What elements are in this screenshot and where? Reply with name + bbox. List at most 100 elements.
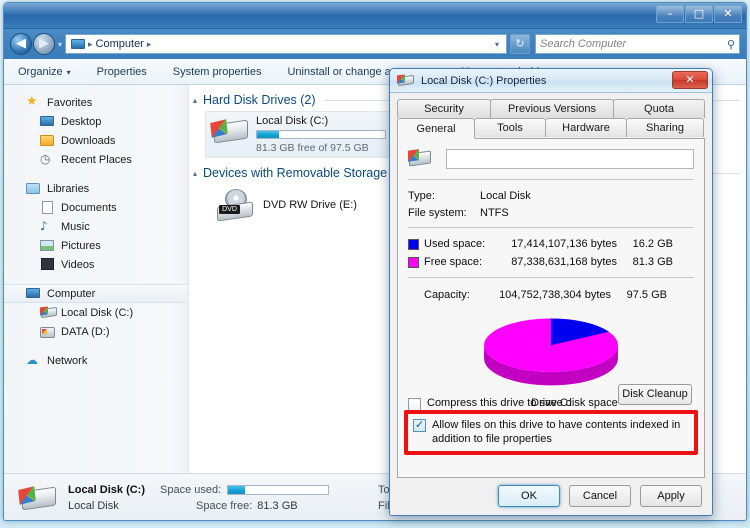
sidebar-group-libraries[interactable]: Libraries	[4, 179, 188, 198]
drive-name: DVD RW Drive (E:)	[263, 199, 357, 211]
toolbar-item-properties[interactable]: Properties	[97, 66, 147, 78]
free-space-key: Free space:	[424, 256, 483, 268]
breadcrumb-separator-2[interactable]: ▸	[146, 39, 153, 50]
address-bar-row: ◀ ▶ ▾ ▸ Computer ▸ ▾ ↻ Search Computer ⚲	[4, 29, 746, 59]
tab-previous-versions[interactable]: Previous Versions	[490, 99, 614, 118]
capacity-gb: 97.5 GB	[626, 289, 667, 301]
documents-icon	[40, 200, 56, 216]
cancel-button[interactable]: Cancel	[569, 485, 631, 507]
drive-info: Local Disk (C:) 81.3 GB free of 97.5 GB	[256, 115, 386, 154]
back-button[interactable]: ◀	[10, 33, 32, 55]
sidebar-item-music[interactable]: ♪ Music	[4, 217, 188, 236]
search-box[interactable]: Search Computer ⚲	[535, 34, 740, 54]
chevron-collapse-icon[interactable]: ▴	[193, 96, 197, 105]
filesystem-value: NTFS	[480, 206, 509, 219]
window-controls: – □ ✕	[656, 5, 742, 23]
sidebar-group-favorites[interactable]: ★ Favorites	[4, 93, 188, 112]
tab-quota[interactable]: Quota	[613, 99, 705, 118]
sidebar-item-videos[interactable]: Videos	[4, 255, 188, 274]
dialog-title: Local Disk (C:) Properties	[421, 74, 547, 87]
index-contents-label: Allow files on this drive to have conten…	[432, 419, 681, 445]
toolbar-item-organize-label: Organize	[18, 65, 63, 78]
minimize-button[interactable]: –	[656, 5, 684, 23]
type-row: Type: Local Disk	[408, 187, 694, 204]
close-icon[interactable]: ✕	[672, 71, 708, 89]
type-key: Type:	[408, 189, 435, 202]
toolbar-item-organize[interactable]: Organize ▾	[18, 66, 71, 78]
used-space-gb: 16.2 GB	[632, 238, 673, 250]
compress-drive-checkbox-row[interactable]: Compress this drive to save disk space	[408, 397, 694, 411]
sidebar-item-downloads[interactable]: Downloads	[4, 131, 188, 150]
close-icon[interactable]: ✕	[714, 5, 742, 23]
sidebar-item-music-label: Music	[61, 220, 90, 233]
capacity-row: Capacity: 104,752,738,304 bytes 97.5 GB	[408, 285, 694, 305]
recent-places-icon: ◷	[40, 151, 51, 166]
sidebar-item-computer[interactable]: Computer	[4, 284, 186, 303]
sidebar-item-recent-places[interactable]: ◷ Recent Places	[4, 150, 188, 169]
drive-item-local-disk-c[interactable]: Local Disk (C:) 81.3 GB free of 97.5 GB	[205, 111, 410, 158]
star-icon: ★	[26, 93, 38, 109]
divider	[408, 227, 694, 228]
sidebar-item-documents[interactable]: Documents	[4, 198, 188, 217]
sidebar-item-data-d[interactable]: DATA (D:)	[4, 322, 188, 341]
dialog-tabstrip: Security Previous Versions Quota General…	[397, 99, 705, 139]
sidebar-item-documents-label: Documents	[61, 201, 117, 214]
free-space-bytes: 87,338,631,168 bytes	[511, 256, 617, 268]
refresh-icon[interactable]: ↻	[510, 34, 530, 54]
sidebar-item-desktop[interactable]: Desktop	[4, 112, 188, 131]
used-space-color-swatch	[408, 238, 419, 250]
network-icon: ☁	[26, 352, 38, 367]
toolbar-item-system-properties[interactable]: System properties	[173, 66, 262, 78]
forward-button[interactable]: ▶	[33, 33, 55, 55]
pie-chart-svg	[484, 318, 618, 386]
search-icon[interactable]: ⚲	[727, 38, 735, 51]
chevron-down-icon[interactable]: ▾	[58, 40, 62, 49]
filesystem-key: File system:	[408, 206, 467, 219]
highlight-rectangle: Allow files on this drive to have conten…	[404, 410, 698, 455]
general-tab-panel: Type: Local Disk File system: NTFS Used …	[397, 138, 705, 478]
sidebar-item-downloads-label: Downloads	[61, 134, 116, 147]
hard-disk-icon	[408, 148, 434, 170]
downloads-icon	[40, 133, 56, 149]
breadcrumb-computer[interactable]: Computer	[94, 38, 146, 50]
tab-security[interactable]: Security	[397, 99, 491, 118]
sidebar-item-network[interactable]: ☁ Network	[4, 351, 188, 370]
screen: – □ ✕ ◀ ▶ ▾ ▸ Computer ▸ ▾ ↻ Search Comp…	[0, 0, 750, 528]
sidebar-item-pictures[interactable]: Pictures	[4, 236, 188, 255]
index-contents-checkbox[interactable]	[413, 418, 426, 432]
details-drive-type: Local Disk	[68, 499, 119, 512]
tab-tools[interactable]: Tools	[474, 118, 546, 137]
hard-disk-icon	[40, 324, 56, 340]
tab-general[interactable]: General	[397, 118, 475, 139]
maximize-button[interactable]: □	[685, 5, 713, 23]
hard-disk-icon	[210, 115, 250, 147]
sidebar-item-network-label: Network	[47, 354, 88, 367]
sidebar-item-local-disk-c[interactable]: Local Disk (C:)	[4, 303, 188, 322]
tab-sharing[interactable]: Sharing	[626, 118, 704, 137]
volume-label-input[interactable]	[446, 149, 694, 169]
divider	[408, 277, 694, 278]
group-header-removable-storage-label: Devices with Removable Storage	[203, 166, 388, 180]
sidebar-item-videos-label: Videos	[61, 258, 95, 271]
tab-hardware[interactable]: Hardware	[545, 118, 627, 137]
index-contents-checkbox-row[interactable]: Allow files on this drive to have conten…	[413, 418, 689, 446]
used-space-key: Used space:	[424, 238, 486, 250]
hard-disk-icon	[40, 305, 57, 321]
sidebar-group-favorites-label: Favorites	[47, 96, 93, 109]
hard-disk-icon	[18, 482, 58, 514]
sidebar-item-desktop-label: Desktop	[61, 115, 102, 128]
sidebar-item-recent-places-label: Recent Places	[61, 153, 132, 166]
chevron-collapse-icon[interactable]: ▴	[193, 169, 197, 178]
group-header-hard-disk-drives-label: Hard Disk Drives (2)	[203, 93, 316, 107]
apply-button[interactable]: Apply	[640, 485, 702, 507]
computer-icon	[71, 37, 86, 51]
capacity-bytes: 104,752,738,304 bytes	[499, 289, 611, 301]
address-dropdown-icon[interactable]: ▾	[490, 40, 504, 49]
used-space-bytes: 17,414,107,136 bytes	[511, 238, 617, 250]
details-space-used-label: Space used:	[160, 483, 222, 496]
ok-button[interactable]: OK	[498, 485, 560, 507]
search-input[interactable]: Search Computer	[540, 38, 727, 50]
address-bar[interactable]: ▸ Computer ▸ ▾	[65, 34, 507, 54]
music-icon: ♪	[40, 218, 48, 233]
